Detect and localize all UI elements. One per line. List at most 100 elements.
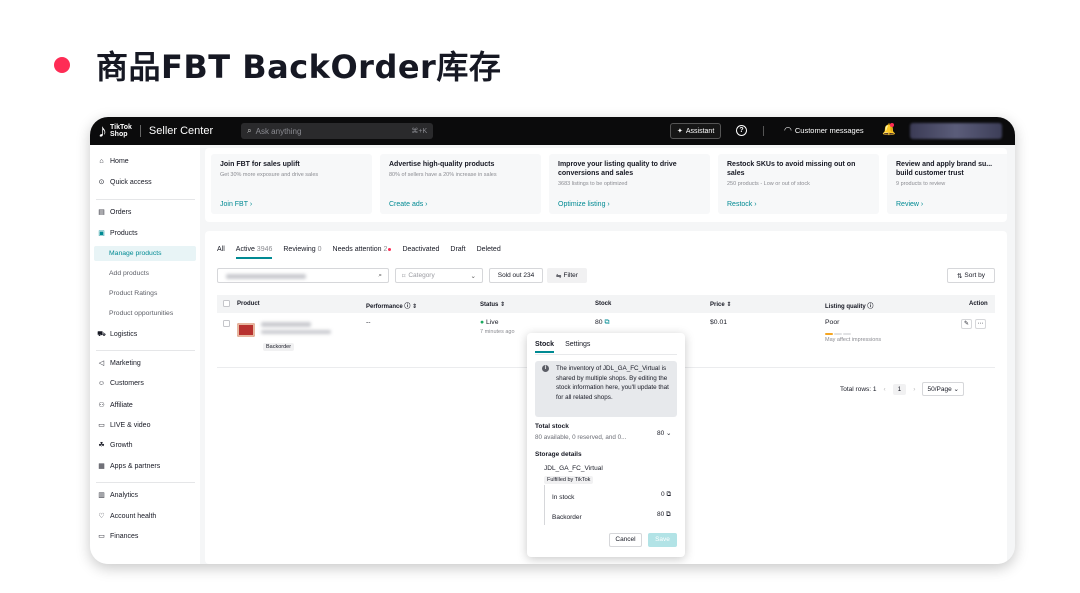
filter-button[interactable]: ⇋ Filter — [547, 268, 587, 283]
join-fbt-link[interactable]: Join FBT › — [220, 201, 252, 208]
tab-count: 3946 — [256, 246, 273, 253]
select-all-checkbox[interactable] — [223, 300, 230, 307]
tab-reviewing[interactable]: Reviewing 0 — [283, 246, 321, 259]
next-page-icon[interactable]: › — [913, 386, 915, 393]
sidebar-item-home[interactable]: ⌂ Home — [97, 158, 129, 165]
chevron-down-icon: ⌄ — [470, 272, 476, 280]
page-size-label: 50/Page — [927, 386, 952, 393]
create-ads-link[interactable]: Create ads › — [389, 201, 428, 208]
sidebar-subitem-product-opportunities[interactable]: Product opportunities — [94, 306, 196, 321]
customer-messages-button[interactable]: ◠ Customer messages — [784, 125, 864, 136]
quality-bar-filled — [825, 333, 833, 335]
sidebar-item-marketing[interactable]: ◁ Marketing — [97, 359, 141, 368]
headset-icon: ◠ — [784, 125, 792, 135]
status-tabs: All Active 3946 Reviewing 0 Needs attent… — [217, 246, 512, 259]
col-action: Action — [969, 301, 988, 307]
affiliate-icon: ⚇ — [98, 402, 105, 409]
edit-icon[interactable]: ⧉ — [666, 511, 671, 518]
sidebar-item-logistics[interactable]: ⛟ Logistics — [97, 330, 137, 339]
current-page[interactable]: 1 — [892, 383, 907, 395]
sidebar-item-label: Account health — [110, 512, 157, 520]
sidebar-subitem-add-products[interactable]: Add products — [94, 266, 196, 281]
optimize-listing-link[interactable]: Optimize listing › — [558, 201, 610, 208]
cancel-button[interactable]: Cancel — [609, 533, 642, 547]
sidebar-item-live-video[interactable]: ▭ LIVE & video — [97, 421, 151, 430]
card-desc: Get 30% more exposure and drive sales — [220, 172, 319, 178]
tab-label: All — [217, 246, 225, 253]
sidebar-item-customers[interactable]: ☺ Customers — [97, 380, 144, 387]
sidebar-subitem-manage-products[interactable]: Manage products — [94, 246, 196, 261]
screenshot-frame: ♪ TikTok Shop Seller Center ⌕ Ask anythi… — [90, 117, 1015, 564]
storage-details-label: Storage details — [535, 451, 582, 458]
table-header: Product Performance ⓘ ⇕ Status ⇕ Stock P… — [217, 295, 995, 313]
more-actions-icon[interactable]: ⋯ — [975, 319, 986, 329]
tab-count: 2 — [383, 246, 388, 253]
notice-text: The inventory of JDL_GA_FC_Virtual is sh… — [556, 365, 669, 401]
popover-tabs: Stock Settings — [535, 341, 601, 353]
music-note-icon: ♪ — [98, 121, 107, 141]
in-stock-cell[interactable]: 0 ⧉ — [661, 491, 671, 499]
save-button[interactable]: Save — [648, 533, 677, 547]
assistant-button[interactable]: ✦ Assistant — [670, 123, 722, 139]
backorder-label: Backorder — [552, 514, 582, 521]
category-select[interactable]: ⌑ Category ⌄ — [395, 268, 483, 283]
col-performance[interactable]: Performance ⓘ ⇕ — [366, 301, 417, 310]
megaphone-icon: ◁ — [98, 360, 105, 367]
product-thumbnail[interactable] — [237, 323, 255, 337]
col-status[interactable]: Status ⇕ — [480, 301, 505, 308]
sidebar-item-label: Growth — [110, 441, 133, 449]
sidebar-item-label: Products — [110, 229, 138, 237]
col-price[interactable]: Price ⇕ — [710, 301, 731, 308]
tab-deactivated[interactable]: Deactivated — [402, 246, 439, 259]
tab-draft[interactable]: Draft — [450, 246, 465, 259]
tab-label: Active — [235, 246, 255, 253]
stock-popover: Stock Settings i The inventory of JDL_GA… — [527, 333, 685, 557]
sidebar-item-growth[interactable]: ☘ Growth — [97, 441, 133, 450]
review-link[interactable]: Review › — [896, 201, 923, 208]
tab-settings[interactable]: Settings — [565, 341, 590, 353]
sort-label: Sort by — [964, 272, 986, 279]
tab-all[interactable]: All — [217, 246, 225, 259]
tab-stock[interactable]: Stock — [535, 341, 555, 353]
user-account[interactable] — [910, 123, 1002, 139]
sidebar-item-label: LIVE & video — [110, 421, 151, 429]
sort-by-button[interactable]: ⇅ Sort by — [947, 268, 995, 283]
sidebar-item-account-health[interactable]: ♡ Account health — [97, 512, 157, 521]
edit-product-icon[interactable]: ✎ — [961, 319, 972, 329]
backorder-cell[interactable]: 80 ⧉ — [657, 511, 671, 519]
sidebar-item-finances[interactable]: ▭ Finances — [97, 532, 138, 541]
sidebar-item-quick-access[interactable]: ⊙ Quick access — [97, 178, 152, 187]
sold-out-filter[interactable]: Sold out 234 — [489, 268, 543, 283]
prev-page-icon[interactable]: ‹ — [884, 386, 886, 393]
sidebar-subitem-product-ratings[interactable]: Product Ratings — [94, 286, 196, 301]
topbar-divider — [763, 126, 764, 136]
total-stock-toggle[interactable]: 80 ⌄ — [657, 429, 672, 437]
page-size-select[interactable]: 50/Page ⌄ — [922, 382, 964, 396]
total-stock-label: Total stock — [535, 423, 569, 430]
info-icon: i — [542, 365, 549, 372]
search-input[interactable]: ⌕ Ask anything ⌘+K — [241, 123, 434, 139]
sidebar-item-products[interactable]: ▣ Products — [97, 229, 138, 238]
sidebar-item-apps-partners[interactable]: ▦ Apps & partners — [97, 462, 160, 471]
row-checkbox[interactable] — [223, 320, 230, 327]
sidebar-item-analytics[interactable]: ▥ Analytics — [97, 491, 138, 500]
quality-value: Poor — [825, 319, 840, 326]
edit-icon[interactable]: ⧉ — [666, 491, 671, 498]
sidebar-divider — [96, 350, 195, 351]
tab-active[interactable]: Active 3946 — [235, 246, 273, 259]
help-icon[interactable]: ? — [736, 125, 747, 136]
edit-icon[interactable]: ⧉ — [604, 319, 609, 326]
tab-needs-attention[interactable]: Needs attention 2 — [333, 246, 392, 259]
tiktok-shop-logo[interactable]: ♪ TikTok Shop Seller Center — [98, 122, 213, 140]
tab-deleted[interactable]: Deleted — [477, 246, 501, 259]
restock-link[interactable]: Restock › — [727, 201, 757, 208]
card-desc: 250 products - Low or out of stock — [727, 181, 810, 187]
card-title: Advertise high-quality products — [389, 161, 495, 168]
sidebar-item-label: Home — [110, 158, 129, 165]
stock-cell[interactable]: 80 ⧉ — [595, 319, 609, 327]
sidebar-item-orders[interactable]: ▤ Orders — [97, 208, 131, 217]
product-search-input[interactable]: ⌕ — [217, 268, 389, 283]
bell-icon[interactable]: 🔔 — [882, 123, 896, 136]
sidebar-divider — [96, 199, 195, 200]
sidebar-item-affiliate[interactable]: ⚇ Affiliate — [97, 401, 132, 410]
